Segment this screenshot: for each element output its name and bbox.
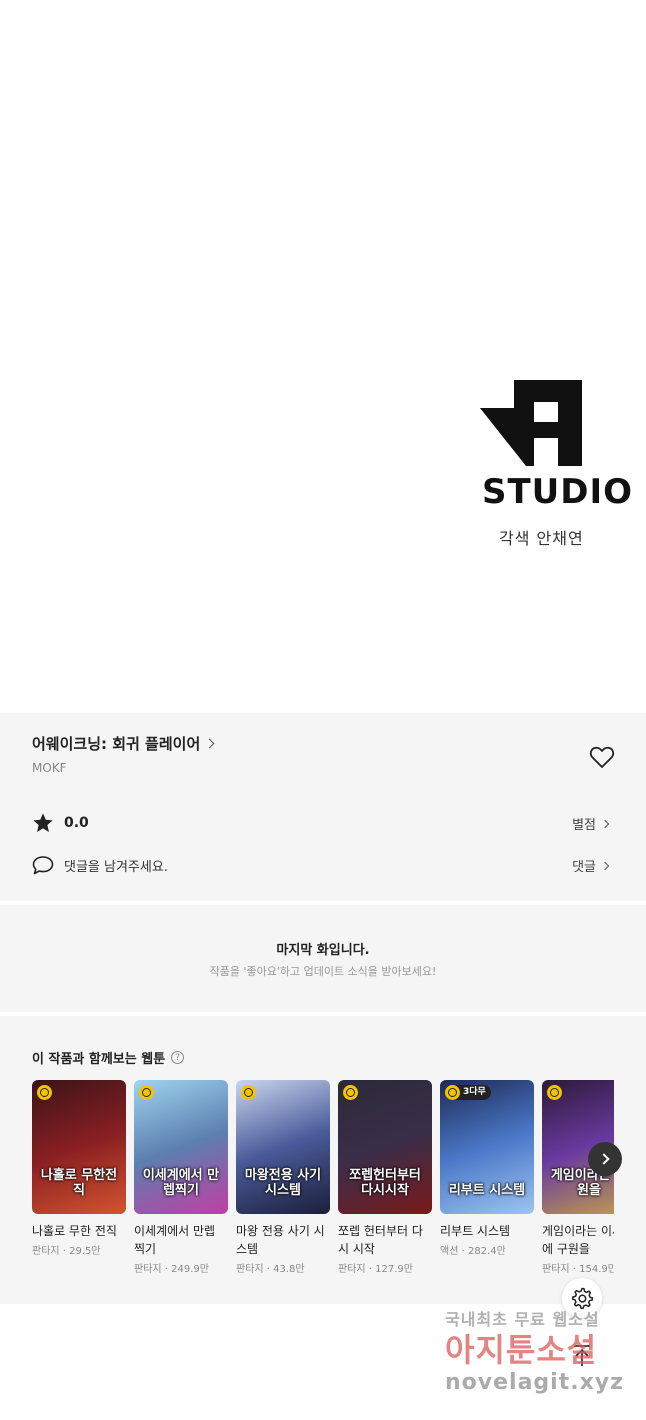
thumbnail-title-art: 쪼렙헌터부터 다시시작 (349, 1168, 421, 1198)
chevron-right-icon (597, 1153, 610, 1165)
site-watermark: 국내최초 무료 웹소설 아지툰소설 novelagit.xyz (445, 1306, 625, 1395)
recommendation-genre: 판타지 (542, 1264, 570, 1275)
recommendation-genre: 판타지 (236, 1264, 264, 1275)
last-episode-title: 마지막 화입니다. (276, 943, 370, 958)
recommendation-card[interactable]: 이세계에서 만렙찍기이세계에서 만렙 찍기판타지 · 249.9만 (134, 1080, 228, 1275)
recommendation-thumbnail: 쪼렙헌터부터 다시시작 (338, 1080, 432, 1214)
thumbnail-title-art: 이세계에서 만렙찍기 (142, 1168, 220, 1198)
help-icon[interactable]: ? (171, 1051, 185, 1064)
recommendation-carousel: 나홀로 무한전직 나홀로 무한 전직 판타지 · 29.5만 이세계에서 만렙찍기 이세… (32, 1080, 614, 1300)
meta-separator: · (59, 1246, 70, 1257)
series-author: MOKF (32, 761, 67, 775)
comment-bubble-icon (32, 856, 54, 875)
badge-label: 3다무 (463, 1087, 486, 1097)
clock-icon (445, 1085, 460, 1100)
comments-link[interactable]: 댓글 (572, 856, 610, 875)
meta-separator: · (569, 1264, 580, 1275)
recommendation-meta: 판타지 · 154.9만 (542, 1260, 614, 1275)
recommendation-card[interactable]: 게임이라는 구원을게임이라는 이세계에 구원을판타지 · 154.9만 (542, 1080, 614, 1275)
clock-icon (343, 1085, 358, 1100)
recommendation-meta: 판타지 · 43.8만 (236, 1260, 330, 1275)
recommendation-meta: 액션 · 282.4만 (440, 1242, 534, 1257)
star-icon (33, 813, 53, 832)
comments-link-label: 댓글 (572, 860, 596, 875)
rate-link[interactable]: 별점 (572, 814, 610, 833)
carousel-next-button[interactable] (588, 1142, 622, 1176)
recommendation-title: 나홀로 무한 전직 (32, 1224, 117, 1238)
studio-name: STUDIO (482, 472, 634, 512)
recommendation-title: 리부트 시스템 (440, 1224, 511, 1238)
clock-icon (139, 1085, 154, 1100)
recommendation-genre: 액션 (440, 1246, 459, 1257)
heart-icon[interactable] (589, 745, 615, 769)
clock-icon (37, 1085, 52, 1100)
meta-separator: · (161, 1264, 172, 1275)
series-info-panel: 어웨이크닝: 회귀 플레이어 MOKF 0.0 별점 댓글을 남겨주세요. 댓글 (0, 713, 646, 901)
series-title-link[interactable]: 어웨이크닝: 회귀 플레이어 (32, 733, 215, 754)
recommendations-section: 이 작품과 함께보는 웹툰 ? 나홀로 무한전직나홀로 무한 전직판타지 · 2… (0, 1016, 646, 1304)
chevron-right-icon (600, 819, 610, 828)
meta-separator: · (263, 1264, 274, 1275)
free-episodes-badge: 3다무 (445, 1085, 491, 1100)
recommendation-thumbnail: 3다무리부트 시스템 (440, 1080, 534, 1214)
recommendation-views: 154.9만 (579, 1264, 614, 1275)
recommendation-title: 쪼렙 헌터부터 다시 시작 (338, 1224, 423, 1256)
recommendation-views: 249.9만 (171, 1264, 209, 1275)
last-episode-notice: 마지막 화입니다. 작품을 '좋아요'하고 업데이트 소식을 받아보세요! (0, 905, 646, 1012)
thumbnail-title-art: 리부트 시스템 (448, 1182, 526, 1198)
recommendation-views: 282.4만 (467, 1246, 506, 1257)
recommendation-views: 127.9만 (375, 1264, 413, 1275)
recommendation-title: 이세계에서 만렙 찍기 (134, 1224, 216, 1256)
comment-row[interactable]: 댓글을 남겨주세요. 댓글 (32, 853, 614, 877)
chevron-right-icon (204, 738, 215, 749)
recommendation-card[interactable]: 나홀로 무한전직나홀로 무한 전직판타지 · 29.5만 (32, 1080, 126, 1257)
last-episode-subtitle: 작품을 '좋아요'하고 업데이트 소식을 받아보세요! (209, 965, 437, 978)
rating-value: 0.0 (64, 815, 89, 831)
recommendation-meta: 판타지 · 29.5만 (32, 1242, 126, 1257)
recommendation-genre: 판타지 (32, 1246, 60, 1257)
recommendation-title: 마왕 전용 사기 시스템 (236, 1224, 325, 1256)
clock-icon (241, 1085, 256, 1100)
comment-prompt: 댓글을 남겨주세요. (64, 859, 168, 875)
recommendation-card[interactable]: 3다무 리부트 시스템 리부트 시스템 액션 · 282.4만 (440, 1080, 534, 1257)
watermark-brand: 아지툰소설 (445, 1331, 598, 1369)
recommendation-genre: 판타지 (134, 1264, 162, 1275)
recommendation-thumbnail: 마왕전용 사기시스템 (236, 1080, 330, 1214)
recommendation-genre: 판타지 (338, 1264, 366, 1275)
watermark-tagline: 국내최초 무료 웹소설 (445, 1310, 600, 1329)
watermark-url: novelagit.xyz (445, 1370, 624, 1395)
credit-text: 각색 안채연 (499, 529, 584, 548)
recommendation-thumbnail: 이세계에서 만렙찍기 (134, 1080, 228, 1214)
recommendations-header: 이 작품과 함께보는 웹툰 ? (32, 1048, 185, 1067)
recommendation-thumbnail: 나홀로 무한전직 (32, 1080, 126, 1214)
episode-artwork: STUDIO 각색 안채연 (0, 0, 646, 713)
recommendation-card[interactable]: 마왕전용 사기시스템마왕 전용 사기 시스템판타지 · 43.8만 (236, 1080, 330, 1275)
recommendation-card[interactable]: 쪼렙헌터부터 다시시작쪼렙 헌터부터 다시 시작판타지 · 127.9만 (338, 1080, 432, 1275)
meta-separator: · (458, 1246, 468, 1257)
recommendation-views: 43.8만 (273, 1264, 305, 1275)
recommendations-title: 이 작품과 함께보는 웹툰 (32, 1052, 166, 1067)
chevron-right-icon (600, 861, 610, 870)
recommendation-views: 29.5만 (69, 1246, 101, 1257)
clock-icon (547, 1085, 562, 1100)
meta-separator: · (365, 1264, 376, 1275)
thumbnail-title-art: 마왕전용 사기시스템 (244, 1168, 322, 1198)
series-title: 어웨이크닝: 회귀 플레이어 (32, 735, 201, 753)
rating-row: 0.0 별점 (32, 811, 614, 835)
rate-link-label: 별점 (572, 818, 596, 833)
thumbnail-title-art: 나홀로 무한전직 (40, 1168, 118, 1198)
recommendation-meta: 판타지 · 127.9만 (338, 1260, 432, 1275)
recommendation-meta: 판타지 · 249.9만 (134, 1260, 228, 1275)
recommendation-title: 게임이라는 이세계에 구원을 (542, 1224, 614, 1256)
